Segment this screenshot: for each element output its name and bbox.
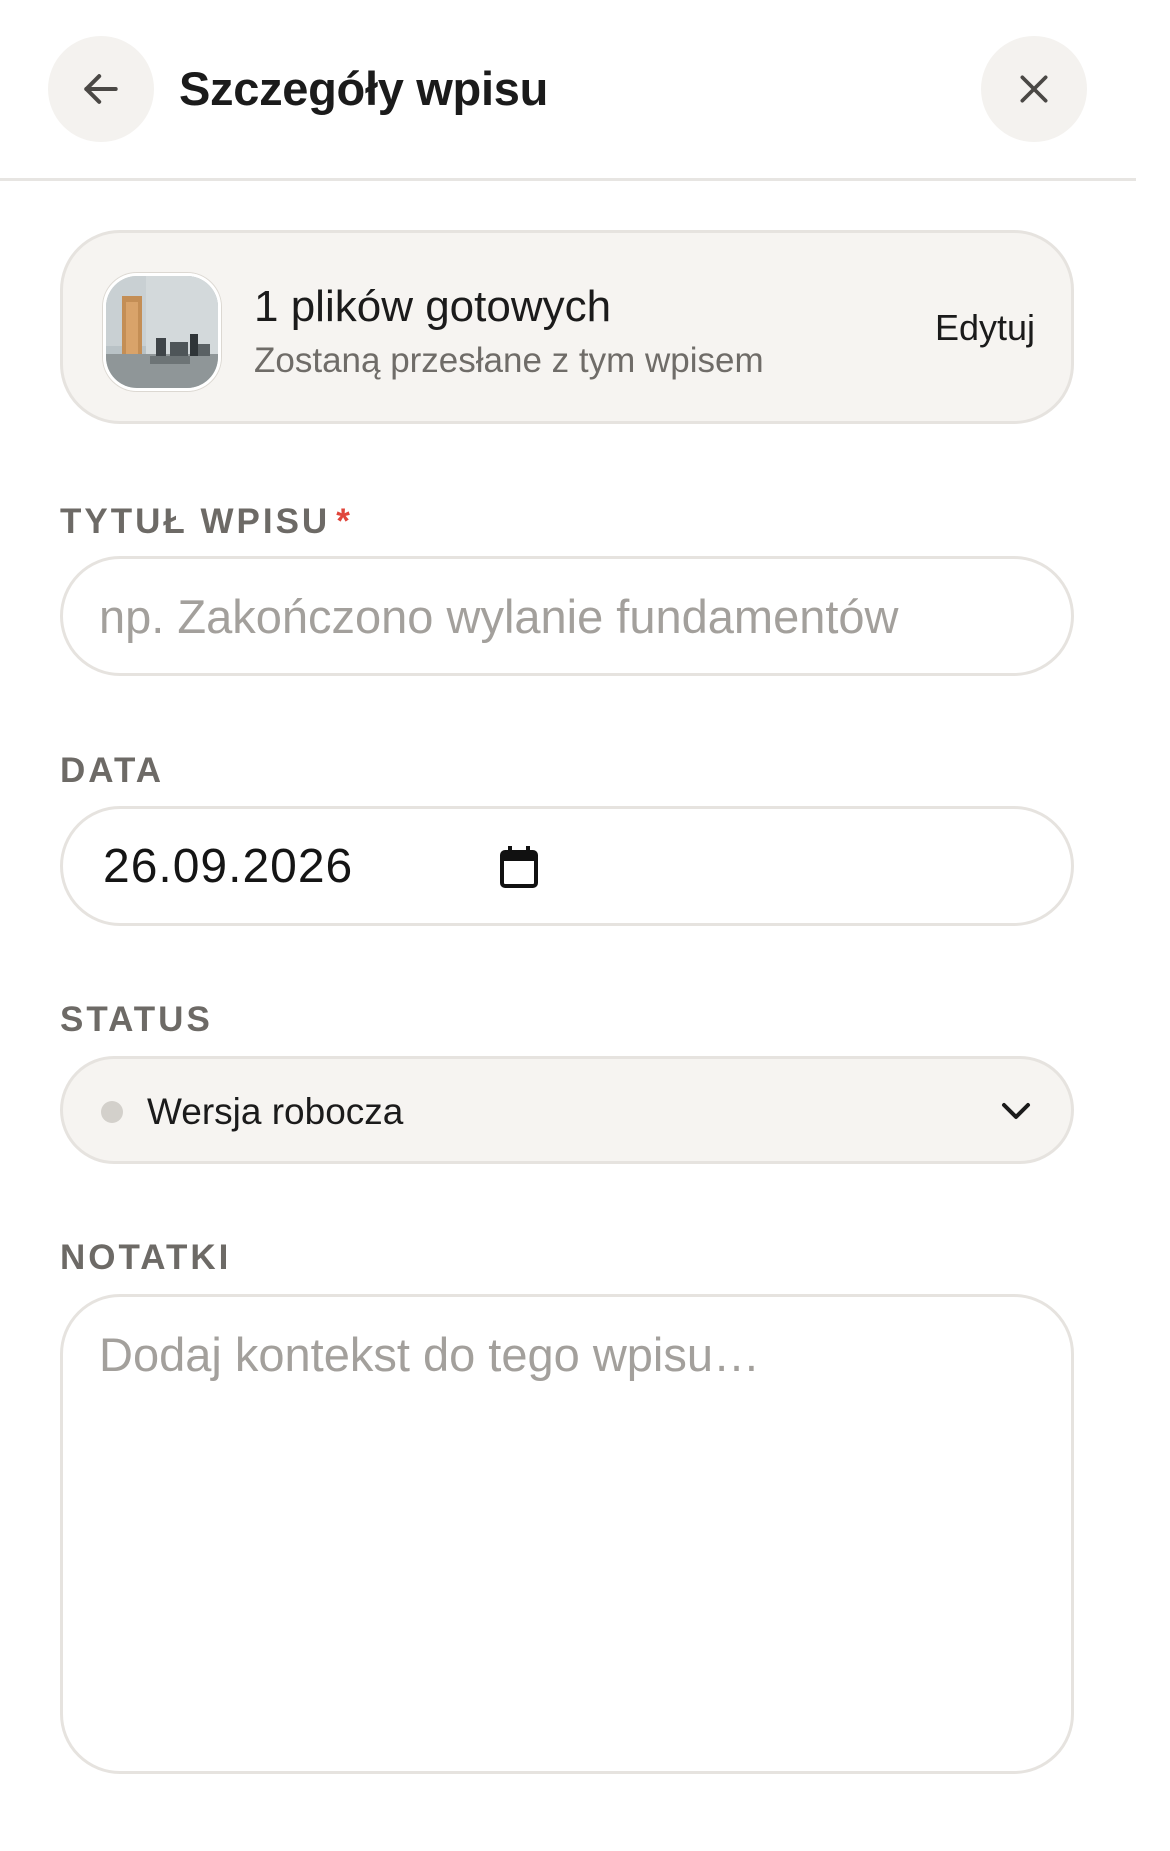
top-bar: Szczegóły wpisu — [0, 0, 1136, 181]
date-field-label: DATA — [60, 751, 165, 790]
title-label-text: TYTUŁ WPISU — [60, 502, 331, 541]
back-button[interactable] — [48, 36, 154, 142]
date-value: 26.09.2026 — [103, 840, 354, 893]
notes-textarea[interactable] — [99, 1325, 1029, 1745]
attached-files-card: 1 plików gotowych Zostaną przesłane z ty… — [60, 230, 1074, 424]
status-select[interactable]: Wersja robocza — [60, 1056, 1074, 1164]
arrow-left-icon — [84, 74, 118, 104]
room-photo-image — [106, 276, 218, 388]
page-title: Szczegóły wpisu — [179, 62, 548, 115]
files-ready-count: 1 plików gotowych — [254, 282, 612, 331]
title-field-label: TYTUŁ WPISU * — [60, 500, 353, 544]
date-input[interactable]: 26.09.2026 — [60, 806, 1074, 926]
status-dot — [101, 1101, 123, 1123]
chevron-down-icon — [1002, 1103, 1030, 1119]
status-value: Wersja robocza — [147, 1091, 404, 1132]
edit-files-button[interactable]: Edytuj — [935, 305, 1035, 351]
calendar-icon[interactable] — [499, 845, 539, 889]
photo-thumbnail — [103, 273, 221, 391]
files-ready-subtitle: Zostaną przesłane z tym wpisem — [254, 341, 764, 380]
required-asterisk: * — [336, 502, 353, 541]
notes-field-label: NOTATKI — [60, 1238, 232, 1277]
title-input-box — [60, 556, 1074, 676]
close-icon — [1020, 75, 1048, 103]
entry-title-input[interactable] — [99, 559, 1029, 673]
status-field-label: STATUS — [60, 1000, 213, 1039]
close-button[interactable] — [981, 36, 1087, 142]
notes-box — [60, 1294, 1074, 1774]
